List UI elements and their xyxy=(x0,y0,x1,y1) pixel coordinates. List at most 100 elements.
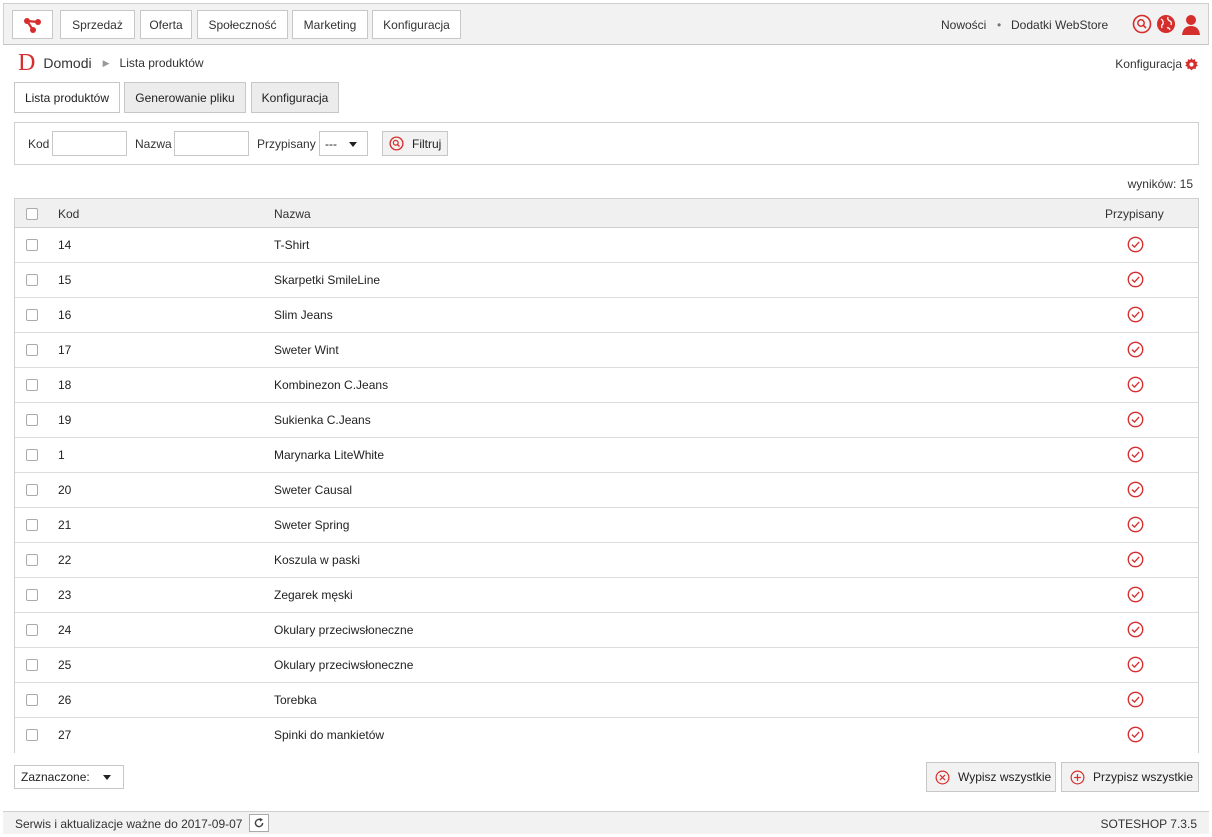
table-row[interactable]: 25 Okulary przeciwsłoneczne xyxy=(15,648,1198,683)
check-circle-icon[interactable] xyxy=(1127,656,1144,673)
select-all-checkbox[interactable] xyxy=(26,208,38,220)
breadcrumb-page: Lista produktów xyxy=(119,56,204,70)
check-circle-icon[interactable] xyxy=(1127,551,1144,568)
breadcrumb-arrow-icon: ▶ xyxy=(102,57,110,68)
caret-down-icon xyxy=(103,775,111,780)
cell-kod: 17 xyxy=(58,343,72,357)
table-row[interactable]: 16 Slim Jeans xyxy=(15,298,1198,333)
row-checkbox[interactable] xyxy=(26,274,38,286)
row-checkbox[interactable] xyxy=(26,519,38,531)
globe-icon[interactable] xyxy=(1156,14,1176,34)
share-logo-icon xyxy=(23,17,41,33)
config-link-label: Konfiguracja xyxy=(1115,57,1182,71)
cell-kod: 18 xyxy=(58,378,72,392)
unassign-all-label: Wypisz wszystkie xyxy=(958,770,1052,784)
filter-button-label: Filtruj xyxy=(412,136,442,151)
check-circle-icon[interactable] xyxy=(1127,271,1144,288)
row-checkbox[interactable] xyxy=(26,379,38,391)
header-nazwa[interactable]: Nazwa xyxy=(274,207,311,221)
cell-nazwa: T-Shirt xyxy=(274,238,310,252)
row-checkbox[interactable] xyxy=(26,309,38,321)
assign-all-label: Przypisz wszystkie xyxy=(1093,770,1194,784)
przypisany-filter-label: Przypisany xyxy=(257,137,316,151)
cell-nazwa: Sweter Wint xyxy=(274,343,339,357)
table-row[interactable]: 22 Koszula w paski xyxy=(15,543,1198,578)
nav-oferta[interactable]: Oferta xyxy=(140,10,192,39)
table-row[interactable]: 18 Kombinezon C.Jeans xyxy=(15,368,1198,403)
cell-nazwa: Slim Jeans xyxy=(274,308,333,322)
table-row[interactable]: 23 Zegarek męski xyxy=(15,578,1198,613)
przypisany-filter-select[interactable]: --- xyxy=(319,131,368,156)
breadcrumb: D Domodi ▶ Lista produktów xyxy=(18,51,204,75)
check-circle-icon[interactable] xyxy=(1127,341,1144,358)
nav-separator: • xyxy=(997,18,1002,32)
row-checkbox[interactable] xyxy=(26,624,38,636)
check-circle-icon[interactable] xyxy=(1127,516,1144,533)
check-circle-icon[interactable] xyxy=(1127,306,1144,323)
table-row[interactable]: 17 Sweter Wint xyxy=(15,333,1198,368)
row-checkbox[interactable] xyxy=(26,484,38,496)
gear-icon xyxy=(1185,57,1198,70)
cell-kod: 23 xyxy=(58,588,72,602)
user-icon[interactable] xyxy=(1182,14,1200,35)
tab-konfiguracja[interactable]: Konfiguracja xyxy=(251,82,339,113)
breadcrumb-app[interactable]: Domodi xyxy=(43,55,91,71)
row-checkbox[interactable] xyxy=(26,659,38,671)
table-row[interactable]: 15 Skarpetki SmileLine xyxy=(15,263,1198,298)
check-circle-icon[interactable] xyxy=(1127,621,1144,638)
row-checkbox[interactable] xyxy=(26,694,38,706)
top-bar: Sprzedaż Oferta Społeczność Marketing Ko… xyxy=(3,3,1209,45)
row-checkbox[interactable] xyxy=(26,729,38,741)
selected-actions-select[interactable]: Zaznaczone: xyxy=(14,765,124,789)
home-logo-button[interactable] xyxy=(12,10,53,39)
header-kod[interactable]: Kod xyxy=(58,207,79,221)
nav-sprzedaz[interactable]: Sprzedaż xyxy=(60,10,135,39)
nav-spolecznosc[interactable]: Społeczność xyxy=(197,10,288,39)
product-table: Kod Nazwa Przypisany 14 T-Shirt 15 Skarpetk… xyxy=(14,198,1199,753)
plus-circle-icon xyxy=(1070,770,1085,784)
check-circle-icon[interactable] xyxy=(1127,726,1144,743)
refresh-button[interactable] xyxy=(249,814,269,832)
search-icon[interactable] xyxy=(1132,14,1152,34)
table-row[interactable]: 24 Okulary przeciwsłoneczne xyxy=(15,613,1198,648)
table-row[interactable]: 27 Spinki do mankietów xyxy=(15,718,1198,753)
table-row[interactable]: 14 T-Shirt xyxy=(15,228,1198,263)
selected-actions-label: Zaznaczone: xyxy=(21,770,90,784)
row-checkbox[interactable] xyxy=(26,344,38,356)
cell-nazwa: Sweter Spring xyxy=(274,518,350,532)
nazwa-filter-input[interactable] xyxy=(174,131,249,156)
row-checkbox[interactable] xyxy=(26,554,38,566)
table-row[interactable]: 19 Sukienka C.Jeans xyxy=(15,403,1198,438)
unassign-all-button[interactable]: Wypisz wszystkie xyxy=(926,762,1056,792)
news-link[interactable]: Nowości xyxy=(941,18,986,32)
nav-marketing[interactable]: Marketing xyxy=(292,10,368,39)
row-checkbox[interactable] xyxy=(26,449,38,461)
cell-nazwa: Okulary przeciwsłoneczne xyxy=(274,658,414,672)
filter-button[interactable]: Filtruj xyxy=(382,131,448,156)
check-circle-icon[interactable] xyxy=(1127,586,1144,603)
check-circle-icon[interactable] xyxy=(1127,691,1144,708)
table-row[interactable]: 20 Sweter Causal xyxy=(15,473,1198,508)
tab-generowanie-pliku[interactable]: Generowanie pliku xyxy=(124,82,246,113)
results-count: wyników: 15 xyxy=(1127,177,1193,191)
check-circle-icon[interactable] xyxy=(1127,376,1144,393)
kod-filter-input[interactable] xyxy=(52,131,127,156)
row-checkbox[interactable] xyxy=(26,589,38,601)
check-circle-icon[interactable] xyxy=(1127,236,1144,253)
header-przypisany[interactable]: Przypisany xyxy=(1105,207,1164,221)
assign-all-button[interactable]: Przypisz wszystkie xyxy=(1061,762,1199,792)
nav-konfiguracja[interactable]: Konfiguracja xyxy=(372,10,461,39)
check-circle-icon[interactable] xyxy=(1127,481,1144,498)
table-row[interactable]: 1 Marynarka LiteWhite xyxy=(15,438,1198,473)
config-link[interactable]: Konfiguracja xyxy=(1115,57,1198,71)
table-row[interactable]: 26 Torebka xyxy=(15,683,1198,718)
row-checkbox[interactable] xyxy=(26,414,38,426)
check-circle-icon[interactable] xyxy=(1127,411,1144,428)
webstore-addons-link[interactable]: Dodatki WebStore xyxy=(1011,18,1108,32)
check-circle-icon[interactable] xyxy=(1127,446,1144,463)
row-checkbox[interactable] xyxy=(26,239,38,251)
table-row[interactable]: 21 Sweter Spring xyxy=(15,508,1198,543)
tab-lista-produktow[interactable]: Lista produktów xyxy=(14,82,120,113)
cell-nazwa: Sukienka C.Jeans xyxy=(274,413,371,427)
cell-nazwa: Sweter Causal xyxy=(274,483,353,497)
